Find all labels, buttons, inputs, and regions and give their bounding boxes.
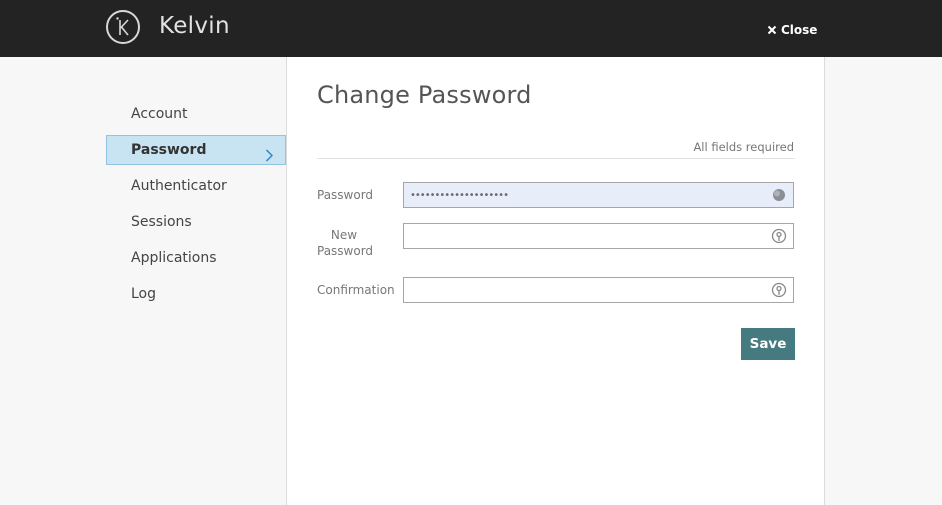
password-manager-icon[interactable] [771,282,787,302]
brand-name: Kelvin [159,13,230,39]
password-manager-icon[interactable] [771,187,787,207]
password-field-box [403,182,794,208]
required-note: All fields required [693,140,794,154]
confirmation-input[interactable] [404,278,776,302]
sidebar-item-account[interactable]: Account [106,99,286,129]
close-icon [767,25,777,35]
close-label: Close [781,23,818,37]
new-password-field-box [403,223,794,249]
sidebar-item-label: Authenticator [131,178,227,194]
sidebar-item-sessions[interactable]: Sessions [106,207,286,237]
sidebar-item-label: Log [131,286,157,302]
new-password-label-line2: Password [317,244,374,258]
chevron-right-icon [265,144,274,172]
close-button[interactable]: Close [767,21,817,39]
sidebar-item-label: Account [131,106,188,122]
password-input[interactable] [404,183,776,207]
sidebar-item-password[interactable]: Password [106,135,286,165]
divider [317,158,795,159]
password-manager-icon[interactable] [771,228,787,248]
sidebar-nav: Account Password Authenticator Sessions … [106,99,286,315]
confirmation-label: Confirmation [317,283,395,297]
password-label: Password [317,188,374,202]
confirmation-field-box [403,277,794,303]
change-password-panel: Change Password All fields required Pass… [286,57,825,505]
save-button[interactable]: Save [741,328,795,360]
sidebar-item-authenticator[interactable]: Authenticator [106,171,286,201]
page-title: Change Password [317,81,532,109]
sidebar-item-label: Applications [131,250,217,266]
sidebar-item-log[interactable]: Log [106,279,286,309]
new-password-label-line1: New [330,228,358,242]
top-bar: Kelvin Close [0,0,942,57]
new-password-label: New Password [317,227,374,259]
sidebar-item-applications[interactable]: Applications [106,243,286,273]
sidebar-item-label: Password [131,142,207,158]
sidebar-item-label: Sessions [131,214,192,230]
new-password-input[interactable] [404,224,776,248]
kelvin-logo-icon [106,10,140,44]
